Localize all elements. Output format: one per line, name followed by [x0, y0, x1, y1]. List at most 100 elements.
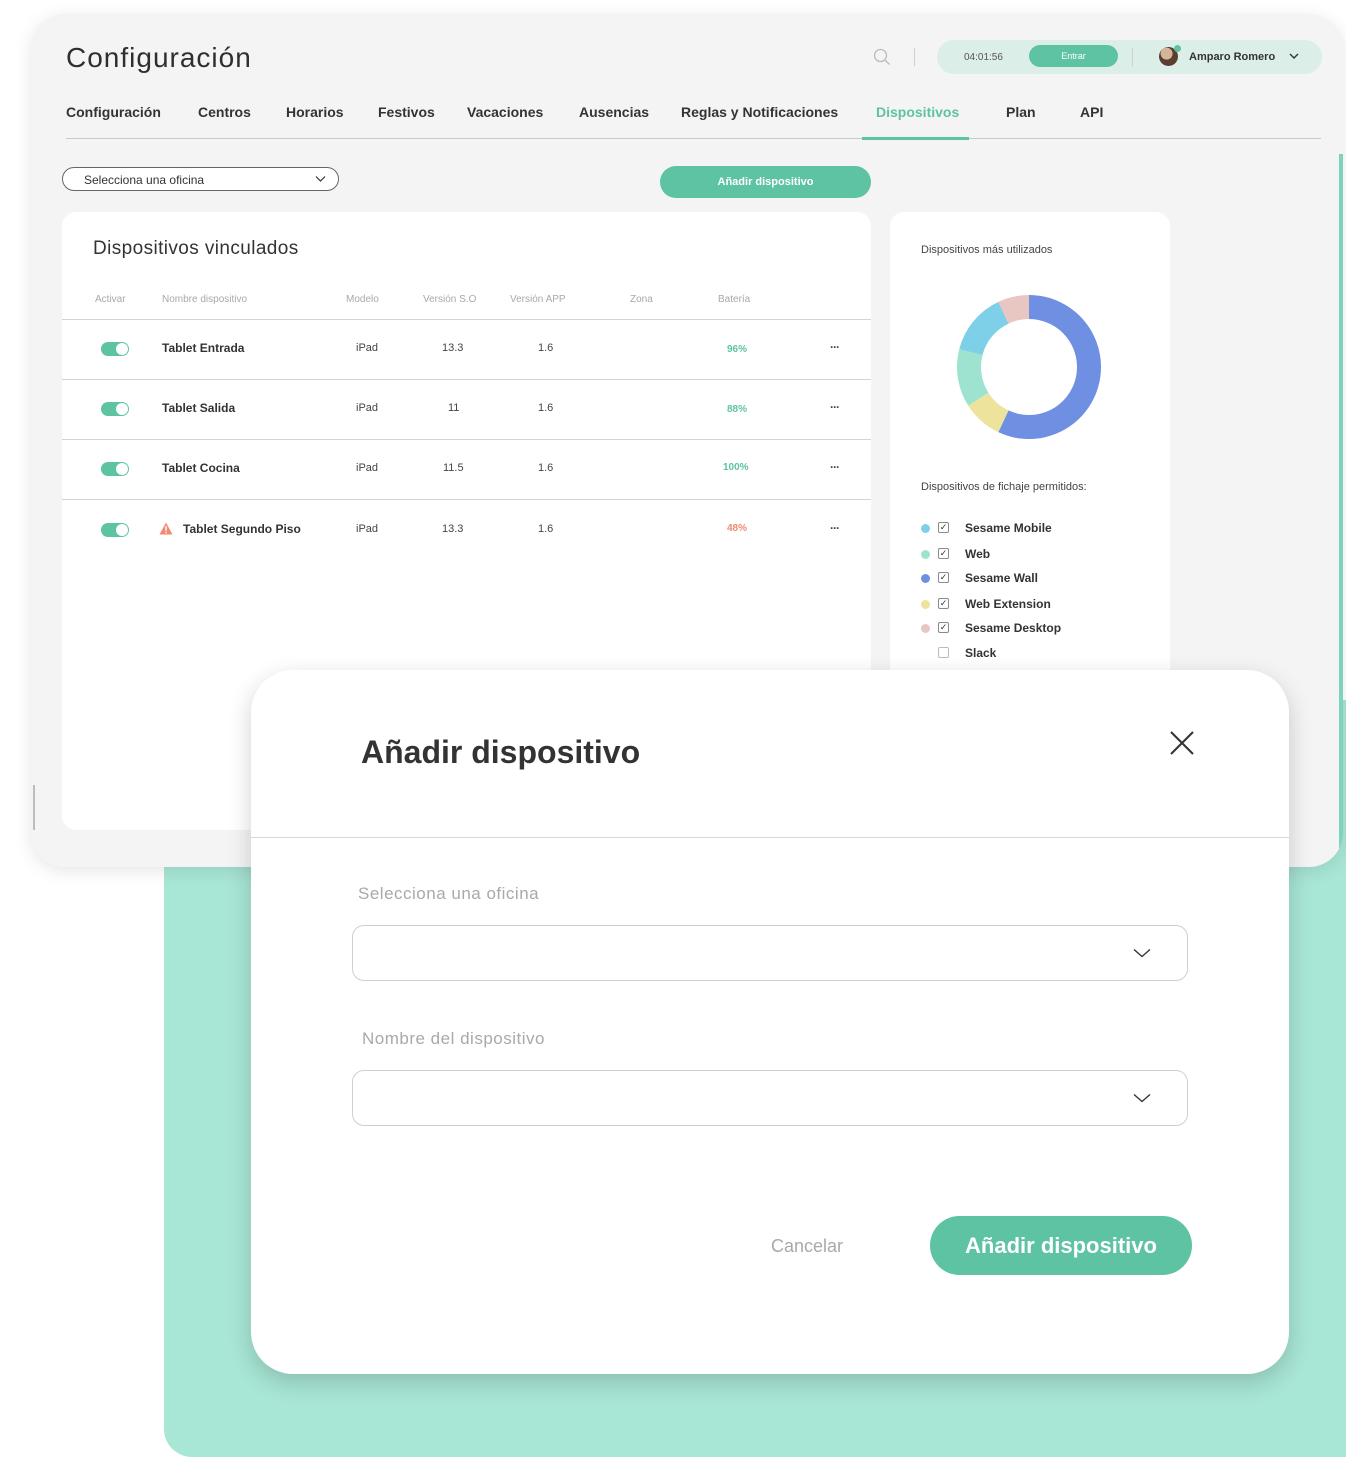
allowed-device-item[interactable]: ✓ Sesame Mobile [921, 520, 1161, 536]
active-toggle[interactable] [101, 462, 129, 476]
device-os-version: 11 [448, 402, 460, 414]
legend-dot [921, 600, 930, 609]
device-battery: 88% [727, 404, 748, 415]
allowed-device-label: Sesame Desktop [965, 621, 1062, 635]
checkbox-checked[interactable]: ✓ [938, 572, 949, 583]
checkbox-checked[interactable]: ✓ [938, 522, 949, 533]
column-header-version-so: Versión S.O [423, 294, 477, 305]
office-dropdown[interactable] [352, 925, 1188, 981]
search-icon[interactable] [873, 48, 891, 66]
device-battery: 100% [723, 462, 749, 473]
device-battery: 48% [727, 523, 748, 534]
active-toggle[interactable] [101, 523, 129, 537]
header-divider [914, 48, 915, 66]
chevron-down-icon[interactable] [1288, 50, 1300, 62]
allowed-devices-title: Dispositivos de fichaje permitidos: [921, 481, 1087, 493]
office-field-label: Selecciona una oficina [358, 884, 540, 903]
clock-bar: 04:01:56 Entrar Amparo Romero [937, 40, 1322, 74]
device-name: Tablet Segundo Piso [183, 522, 301, 536]
device-model: iPad [356, 342, 379, 354]
clock-divider [1132, 48, 1133, 66]
column-header-bateria: Batería [718, 294, 751, 305]
column-header-zona: Zona [630, 294, 653, 305]
device-name-field-label: Nombre del dispositivo [362, 1029, 545, 1048]
pie-slice [959, 301, 1009, 356]
window-edge-mark [33, 785, 35, 830]
table-row[interactable]: Tablet Entrada iPad 13.3 1.6 96% ··· [62, 319, 871, 379]
settings-tabs: Configuración Centros Horarios Festivos … [66, 104, 1321, 134]
submit-add-device-button[interactable]: Añadir dispositivo [930, 1216, 1192, 1275]
tab-reglas-notificaciones[interactable]: Reglas y Notificaciones [681, 104, 838, 120]
device-name-dropdown[interactable] [352, 1070, 1188, 1126]
chevron-down-icon [1133, 948, 1151, 958]
modal-divider [251, 837, 1289, 838]
usage-donut-chart [957, 295, 1101, 439]
allowed-device-item[interactable]: ✓ Web Extension [921, 596, 1161, 612]
window-edge-accent [1339, 154, 1343, 854]
tab-api[interactable]: API [1080, 104, 1103, 120]
device-model: iPad [356, 402, 379, 414]
tab-centros[interactable]: Centros [198, 104, 251, 120]
device-usage-card: Dispositivos más utilizados Dispositivos… [890, 212, 1170, 732]
legend-dot [921, 550, 930, 559]
device-os-version: 11.5 [443, 462, 464, 474]
device-model: iPad [356, 523, 379, 535]
tab-configuracion[interactable]: Configuración [66, 104, 161, 120]
office-select[interactable]: Selecciona una oficina [62, 167, 339, 191]
allowed-device-item[interactable]: ✓ Web [921, 546, 1161, 562]
row-menu-button[interactable]: ··· [830, 340, 840, 354]
clock-time: 04:01:56 [964, 52, 1003, 63]
tab-festivos[interactable]: Festivos [378, 104, 435, 120]
device-name: Tablet Salida [162, 401, 236, 415]
add-device-button[interactable]: Añadir dispositivo [660, 166, 871, 198]
active-toggle[interactable] [101, 342, 129, 356]
device-app-version: 1.6 [538, 523, 554, 535]
allowed-device-label: Web [965, 547, 991, 561]
checkbox-checked[interactable]: ✓ [938, 548, 949, 559]
legend-dot [921, 574, 930, 583]
tab-dispositivos[interactable]: Dispositivos [876, 104, 959, 120]
tab-horarios[interactable]: Horarios [286, 104, 344, 120]
device-app-version: 1.6 [538, 402, 554, 414]
checkbox-checked[interactable]: ✓ [938, 622, 949, 633]
add-device-modal: Añadir dispositivo Selecciona una oficin… [251, 670, 1289, 1374]
allowed-device-label: Slack [965, 646, 997, 660]
tab-ausencias[interactable]: Ausencias [579, 104, 649, 120]
device-battery: 96% [727, 344, 748, 355]
column-header-version-app: Versión APP [510, 294, 566, 305]
column-header-activar: Activar [95, 294, 126, 305]
card-title: Dispositivos vinculados [93, 238, 299, 259]
close-icon[interactable] [1169, 730, 1195, 756]
table-row[interactable]: Tablet Salida iPad 11 1.6 88% ··· [62, 379, 871, 439]
table-row[interactable]: Tablet Segundo Piso iPad 13.3 1.6 48% ··… [62, 499, 871, 559]
office-select-value: Selecciona una oficina [84, 173, 205, 187]
row-menu-button[interactable]: ··· [830, 400, 840, 414]
device-name: Tablet Entrada [162, 341, 245, 355]
allowed-device-item[interactable]: Slack [921, 645, 1161, 661]
row-menu-button[interactable]: ··· [830, 460, 840, 474]
active-toggle[interactable] [101, 402, 129, 416]
checkbox-checked[interactable]: ✓ [938, 598, 949, 609]
row-menu-button[interactable]: ··· [830, 521, 840, 535]
allowed-device-item[interactable]: ✓ Sesame Wall [921, 570, 1161, 586]
active-tab-indicator [862, 137, 969, 140]
tab-vacaciones[interactable]: Vacaciones [467, 104, 543, 120]
user-name[interactable]: Amparo Romero [1189, 51, 1275, 63]
device-app-version: 1.6 [538, 462, 554, 474]
online-status-dot [1174, 45, 1181, 52]
cancel-button[interactable]: Cancelar [771, 1236, 843, 1257]
chevron-down-icon [1133, 1093, 1151, 1103]
checkbox-unchecked[interactable] [938, 647, 949, 658]
legend-dot [921, 524, 930, 533]
device-os-version: 13.3 [442, 342, 464, 354]
allowed-device-item[interactable]: ✓ Sesame Desktop [921, 620, 1161, 636]
table-row[interactable]: Tablet Cocina iPad 11.5 1.6 100% ··· [62, 439, 871, 499]
entrar-button[interactable]: Entrar [1029, 45, 1118, 67]
modal-title: Añadir dispositivo [361, 734, 641, 770]
device-model: iPad [356, 462, 379, 474]
legend-dot [921, 624, 930, 633]
device-name: Tablet Cocina [162, 461, 240, 475]
tab-plan[interactable]: Plan [1006, 104, 1036, 120]
warning-icon [159, 522, 173, 535]
column-header-nombre: Nombre dispositivo [162, 294, 248, 305]
